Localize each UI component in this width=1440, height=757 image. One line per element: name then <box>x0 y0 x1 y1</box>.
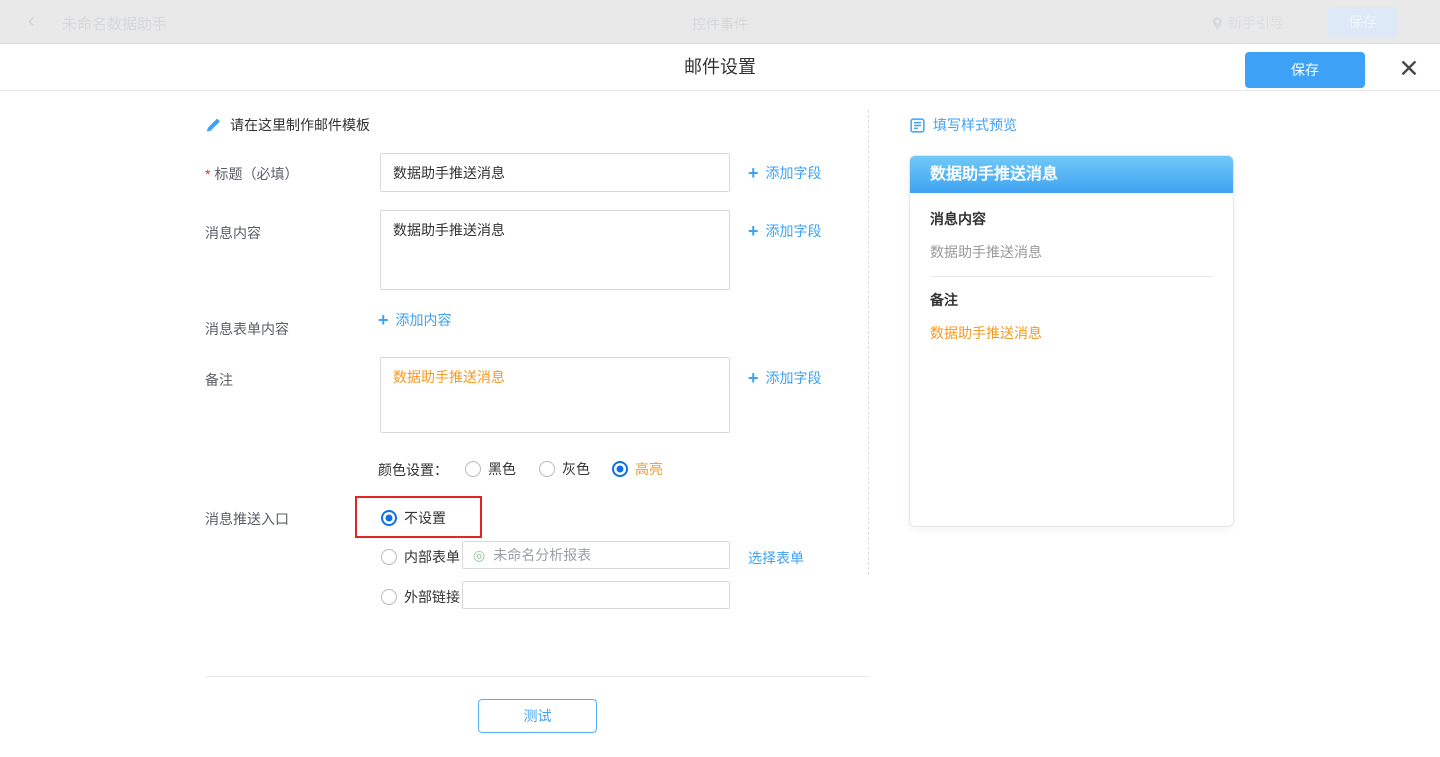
guide-link[interactable]: 新手引导 <box>1212 13 1284 33</box>
required-asterisk: * <box>205 166 210 182</box>
radio-push-external-link[interactable]: 外部链接 <box>381 587 460 607</box>
radio-label: 内部表单 <box>404 547 460 567</box>
form-intro: 请在这里制作邮件模板 <box>205 115 370 135</box>
content-field-label: 消息内容 <box>205 223 261 243</box>
topbar-tab-control-events[interactable]: 控件事件 <box>692 14 748 34</box>
add-field-label: 添加字段 <box>766 221 822 241</box>
title-field-label: *标题（必填） <box>205 164 298 184</box>
remark-field-label: 备注 <box>205 370 233 390</box>
radio-icon <box>539 461 555 477</box>
radio-label: 高亮 <box>635 459 663 479</box>
form-bottom-divider <box>205 676 868 677</box>
remark-textarea[interactable]: 数据助手推送消息 <box>380 357 730 433</box>
internal-form-value: 未命名分析报表 <box>493 545 591 565</box>
radio-push-none[interactable]: 不设置 <box>381 508 446 528</box>
radio-icon <box>381 549 397 565</box>
email-settings-modal-page: ‹ 未命名数据助手 控件事件 新手引导 保存 邮件设置 保存 ✕ 请在这里制作邮… <box>0 0 1440 757</box>
preview-divider <box>930 276 1213 277</box>
form-target-icon: ◎ <box>473 548 485 562</box>
preview-section-label: 消息内容 <box>930 209 1213 229</box>
preview-section-value: 数据助手推送消息 <box>930 323 1213 343</box>
radio-checked-icon <box>612 461 628 477</box>
close-icon[interactable]: ✕ <box>1394 54 1424 84</box>
radio-checked-icon <box>381 510 397 526</box>
preview-card: 数据助手推送消息 消息内容 数据助手推送消息 备注 数据助手推送消息 <box>909 155 1234 527</box>
radio-icon <box>465 461 481 477</box>
choose-form-link[interactable]: 选择表单 <box>748 548 804 568</box>
topbar-save-button[interactable]: 保存 <box>1328 7 1397 38</box>
preview-section-label: 备注 <box>930 290 1213 310</box>
radio-color-highlight[interactable]: 高亮 <box>612 459 663 479</box>
color-setting-label: 颜色设置： <box>378 460 448 480</box>
plus-icon: + <box>748 224 759 238</box>
preview-card-title: 数据助手推送消息 <box>910 156 1233 193</box>
add-field-link-remark[interactable]: + 添加字段 <box>748 368 822 388</box>
form-content-field-label: 消息表单内容 <box>205 319 289 339</box>
pin-icon <box>1212 16 1223 31</box>
plus-icon: + <box>748 371 759 385</box>
back-chevron-icon[interactable]: ‹ <box>28 10 35 33</box>
plus-icon: + <box>748 166 759 180</box>
preview-section-value: 数据助手推送消息 <box>930 242 1213 262</box>
external-link-input[interactable] <box>462 581 730 609</box>
save-button[interactable]: 保存 <box>1245 52 1365 88</box>
modal-title: 邮件设置 <box>684 44 756 91</box>
radio-label: 灰色 <box>562 459 590 479</box>
plus-icon: + <box>378 313 389 327</box>
title-label-text: 标题（必填） <box>214 166 298 182</box>
modal-header: 邮件设置 <box>0 44 1440 91</box>
form-intro-text: 请在这里制作邮件模板 <box>230 115 370 135</box>
dimmed-topbar: ‹ 未命名数据助手 控件事件 新手引导 保存 <box>0 0 1440 44</box>
guide-label: 新手引导 <box>1228 13 1284 33</box>
add-content-link[interactable]: + 添加内容 <box>378 310 452 330</box>
title-input[interactable] <box>380 153 730 192</box>
radio-push-internal-form[interactable]: 内部表单 <box>381 547 460 567</box>
app-title: 未命名数据助手 <box>62 13 167 34</box>
preview-card-body: 消息内容 数据助手推送消息 备注 数据助手推送消息 <box>910 193 1233 343</box>
internal-form-input[interactable]: ◎ 未命名分析报表 <box>462 541 730 569</box>
content-textarea[interactable]: 数据助手推送消息 <box>380 210 730 290</box>
add-field-link-content[interactable]: + 添加字段 <box>748 221 822 241</box>
radio-label: 不设置 <box>404 508 446 528</box>
add-field-link-title[interactable]: + 添加字段 <box>748 163 822 183</box>
radio-color-black[interactable]: 黑色 <box>465 459 516 479</box>
push-entry-label: 消息推送入口 <box>205 509 289 529</box>
add-field-label: 添加字段 <box>766 163 822 183</box>
radio-label: 外部链接 <box>404 587 460 607</box>
document-icon <box>910 118 925 133</box>
test-button[interactable]: 测试 <box>478 699 597 733</box>
radio-icon <box>381 589 397 605</box>
add-field-label: 添加字段 <box>766 368 822 388</box>
preview-panel-title: 填写样式预览 <box>910 115 1017 135</box>
radio-color-gray[interactable]: 灰色 <box>539 459 590 479</box>
pencil-icon <box>205 117 221 133</box>
radio-label: 黑色 <box>488 459 516 479</box>
add-content-label: 添加内容 <box>396 310 452 330</box>
vertical-dashed-divider <box>868 110 869 575</box>
preview-panel-title-text: 填写样式预览 <box>933 115 1017 135</box>
